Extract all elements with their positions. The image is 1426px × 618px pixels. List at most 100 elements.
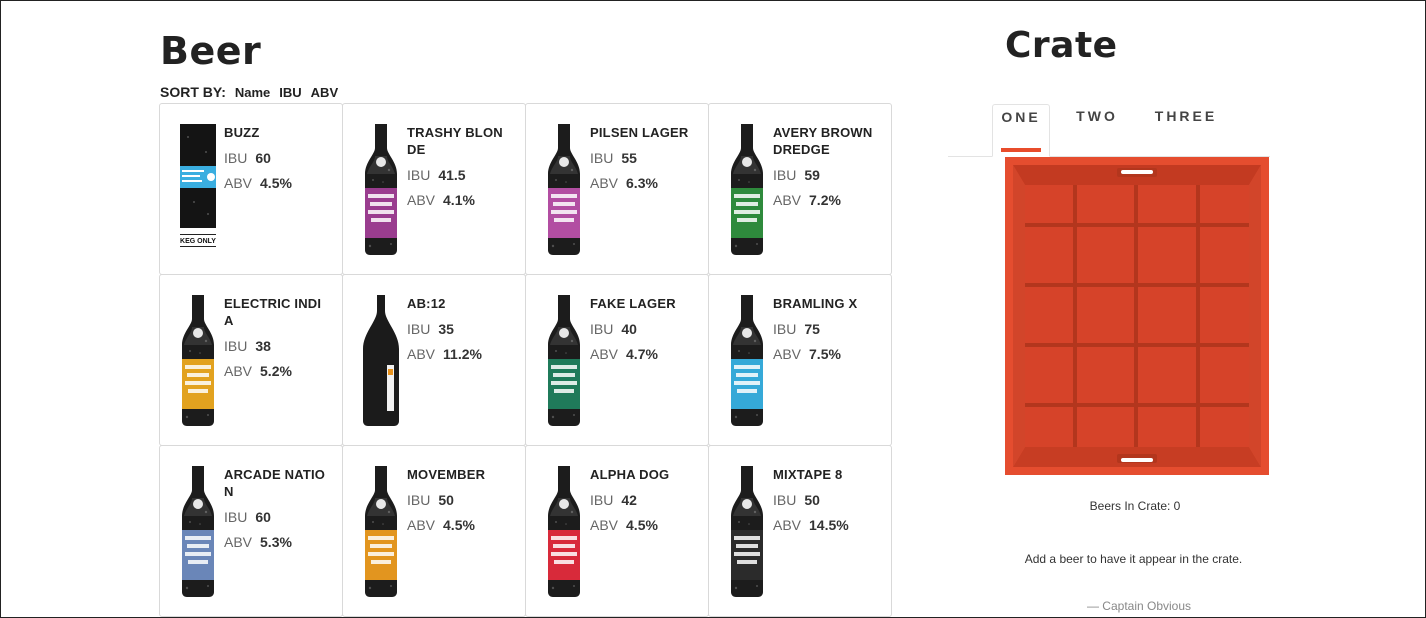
abv-row: ABV 7.5% (773, 346, 877, 362)
beer-card-arcade-nation[interactable]: ARCADE NATION IBU 60 ABV 5.3% (159, 445, 343, 617)
ibu-value: 35 (438, 321, 454, 337)
abv-row: ABV 4.1% (407, 192, 511, 208)
beer-section-title: Beer (160, 29, 262, 73)
ibu-value: 40 (621, 321, 637, 337)
ibu-value: 50 (804, 492, 820, 508)
ibu-row: IBU 55 (590, 150, 694, 166)
bottle-icon (544, 293, 584, 427)
beer-card-mixtape-8[interactable]: MIXTAPE 8 IBU 50 ABV 14.5% (708, 445, 892, 617)
sort-by-abv-button[interactable]: ABV (311, 85, 338, 100)
bottle-icon (544, 122, 584, 256)
abv-value: 5.2% (260, 363, 292, 379)
abv-value: 7.5% (809, 346, 841, 362)
beer-card-ab-12[interactable]: AB:12 IBU 35 ABV 11.2% (342, 274, 526, 446)
ibu-value: 50 (438, 492, 454, 508)
crate-hint: Add a beer to have it appear in the crat… (1024, 552, 1243, 566)
beer-info: MIXTAPE 8 IBU 50 ABV 14.5% (773, 466, 877, 533)
abv-value: 6.3% (626, 175, 658, 191)
beer-card-electric-india[interactable]: ELECTRIC INDIA IBU 38 ABV 5.2% (159, 274, 343, 446)
svg-text:KEG ONLY: KEG ONLY (180, 238, 216, 245)
ibu-label: IBU (224, 338, 248, 354)
beer-card-bramling-x[interactable]: BRAMLING X IBU 75 ABV 7.5% (708, 274, 892, 446)
ibu-value: 42 (621, 492, 637, 508)
ibu-row: IBU 60 (224, 509, 328, 525)
tab-three[interactable]: THREE (1152, 104, 1220, 157)
abv-row: ABV 4.5% (224, 175, 328, 191)
sort-by-name-button[interactable]: Name (235, 85, 270, 100)
tab-three-label: THREE (1154, 108, 1218, 124)
abv-label: ABV (224, 175, 253, 191)
bottle-icon (361, 293, 401, 427)
abv-row: ABV 7.2% (773, 192, 877, 208)
beer-card-fake-lager[interactable]: FAKE LAGER IBU 40 ABV 4.7% (525, 274, 709, 446)
ibu-row: IBU 41.5 (407, 167, 511, 183)
ibu-label: IBU (224, 150, 248, 166)
ibu-row: IBU 40 (590, 321, 694, 337)
beer-name: MOVEMBER (407, 467, 486, 482)
abv-label: ABV (590, 346, 619, 362)
beer-name: TRASHY BLONDE (407, 125, 503, 157)
ibu-label: IBU (773, 492, 797, 508)
beer-card-alpha-dog[interactable]: ALPHA DOG IBU 42 ABV 4.5% (525, 445, 709, 617)
beer-name: PILSEN LAGER (590, 125, 689, 140)
crate-image (1005, 157, 1269, 475)
beer-card-movember[interactable]: MOVEMBER IBU 50 ABV 4.5% (342, 445, 526, 617)
abv-label: ABV (407, 346, 436, 362)
beer-info: ELECTRIC INDIA IBU 38 ABV 5.2% (224, 295, 328, 379)
ibu-value: 75 (804, 321, 820, 337)
abv-value: 14.5% (809, 517, 849, 533)
ibu-label: IBU (590, 492, 614, 508)
beer-name: ARCADE NATION (224, 467, 326, 499)
ibu-label: IBU (590, 150, 614, 166)
tab-two[interactable]: TWO (1072, 104, 1122, 157)
beer-card-trashy-blonde[interactable]: TRASHY BLONDE IBU 41.5 ABV 4.1% (342, 103, 526, 275)
abv-label: ABV (773, 517, 802, 533)
ibu-label: IBU (773, 321, 797, 337)
abv-value: 4.5% (443, 517, 475, 533)
abv-value: 4.7% (626, 346, 658, 362)
beer-card-pilsen-lager[interactable]: PILSEN LAGER IBU 55 ABV 6.3% (525, 103, 709, 275)
ibu-value: 60 (255, 150, 271, 166)
bottle-icon (727, 464, 767, 598)
beer-info: AB:12 IBU 35 ABV 11.2% (407, 295, 511, 362)
beer-info: AVERY BROWN DREDGE IBU 59 ABV 7.2% (773, 124, 877, 208)
abv-row: ABV 11.2% (407, 346, 511, 362)
active-tab-indicator (1001, 148, 1041, 152)
abv-label: ABV (773, 192, 802, 208)
ibu-value: 55 (621, 150, 637, 166)
bottle-icon (361, 464, 401, 598)
abv-row: ABV 5.2% (224, 363, 328, 379)
ibu-row: IBU 59 (773, 167, 877, 183)
crate-tabs: ONE TWO THREE (948, 104, 1270, 157)
ibu-label: IBU (407, 492, 431, 508)
beer-card-avery-brown-dredge[interactable]: AVERY BROWN DREDGE IBU 59 ABV 7.2% (708, 103, 892, 275)
keg-icon: KEG ONLY (178, 122, 218, 256)
sort-bar: SORT BY: Name IBU ABV (160, 84, 338, 100)
abv-value: 4.5% (260, 175, 292, 191)
ibu-label: IBU (590, 321, 614, 337)
tab-one-label: ONE (1001, 109, 1041, 125)
beer-info: BUZZ IBU 60 ABV 4.5% (224, 124, 328, 191)
beer-grid: KEG ONLY BUZZ IBU 60 ABV 4.5% TRASHY BLO… (159, 103, 892, 617)
beer-name: AB:12 (407, 296, 446, 311)
ibu-row: IBU 35 (407, 321, 511, 337)
tab-two-label: TWO (1076, 108, 1118, 124)
beer-info: TRASHY BLONDE IBU 41.5 ABV 4.1% (407, 124, 511, 208)
abv-value: 4.5% (626, 517, 658, 533)
beer-name: BUZZ (224, 125, 260, 140)
ibu-label: IBU (773, 167, 797, 183)
abv-value: 11.2% (443, 346, 482, 362)
ibu-row: IBU 60 (224, 150, 328, 166)
abv-label: ABV (407, 192, 436, 208)
tab-one[interactable]: ONE (992, 104, 1050, 157)
abv-label: ABV (224, 363, 253, 379)
beer-name: FAKE LAGER (590, 296, 676, 311)
ibu-row: IBU 38 (224, 338, 328, 354)
abv-row: ABV 5.3% (224, 534, 328, 550)
crate-section-title: Crate (1005, 25, 1118, 66)
ibu-value: 38 (255, 338, 271, 354)
sort-by-ibu-button[interactable]: IBU (279, 85, 301, 100)
beer-card-buzz[interactable]: KEG ONLY BUZZ IBU 60 ABV 4.5% (159, 103, 343, 275)
bottle-icon (361, 122, 401, 256)
abv-label: ABV (407, 517, 436, 533)
